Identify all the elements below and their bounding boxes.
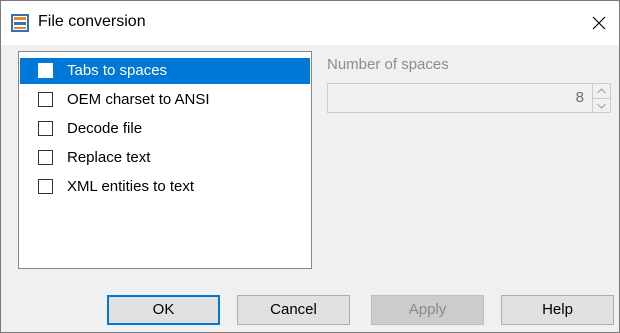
file-conversion-app-icon	[11, 14, 29, 32]
replace-text-checkbox[interactable]	[38, 150, 53, 165]
close-icon	[592, 16, 606, 30]
conversion-options-list[interactable]: Tabs to spaces OEM charset to ANSI Decod…	[18, 51, 312, 269]
number-of-spaces-label: Number of spaces	[327, 56, 449, 73]
list-item-oem-charset-to-ansi[interactable]: OEM charset to ANSI	[20, 87, 310, 113]
list-item-tabs-to-spaces[interactable]: Tabs to spaces	[20, 58, 310, 84]
oem-charset-to-ansi-checkbox[interactable]	[38, 92, 53, 107]
list-item-xml-entities-to-text[interactable]: XML entities to text	[20, 174, 310, 200]
cancel-button[interactable]: Cancel	[237, 295, 350, 325]
list-item-label: XML entities to text	[67, 178, 195, 195]
title-bar: File conversion	[1, 1, 619, 45]
chevron-down-icon	[597, 103, 606, 109]
help-button[interactable]: Help	[501, 295, 614, 325]
file-conversion-dialog: File conversion Tabs to spaces OEM chars…	[0, 0, 620, 333]
xml-entities-to-text-checkbox[interactable]	[38, 179, 53, 194]
apply-button[interactable]: Apply	[371, 295, 484, 325]
window-title: File conversion	[38, 13, 146, 30]
tabs-to-spaces-checkbox[interactable]	[38, 63, 53, 78]
list-item-decode-file[interactable]: Decode file	[20, 116, 310, 142]
decode-file-checkbox[interactable]	[38, 121, 53, 136]
spin-up-button[interactable]	[593, 84, 610, 99]
list-item-label: OEM charset to ANSI	[67, 91, 210, 108]
number-of-spaces-input[interactable]: 8	[327, 83, 593, 113]
list-item-label: Decode file	[67, 120, 143, 137]
ok-button[interactable]: OK	[107, 295, 220, 325]
list-item-label: Tabs to spaces	[67, 62, 168, 79]
number-of-spaces-spinner	[593, 83, 611, 113]
close-button[interactable]	[585, 9, 613, 37]
spin-down-button[interactable]	[593, 99, 610, 113]
chevron-up-icon	[597, 88, 606, 94]
list-item-label: Replace text	[67, 149, 151, 166]
list-item-replace-text[interactable]: Replace text	[20, 145, 310, 171]
number-of-spaces-value: 8	[575, 89, 584, 106]
